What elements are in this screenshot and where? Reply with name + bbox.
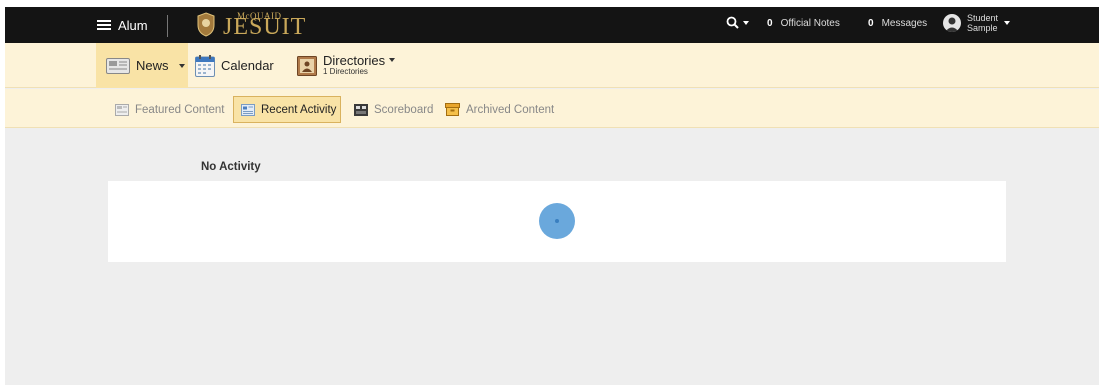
tab-scoreboard-label: Scoreboard xyxy=(374,103,434,116)
empty-state-message: No Activity xyxy=(201,161,261,173)
user-menu-button[interactable]: Student Sample xyxy=(943,13,1011,33)
nav-calendar-label: Calendar xyxy=(221,58,274,73)
messages-count: 0 xyxy=(868,18,874,29)
chevron-down-icon xyxy=(178,63,185,68)
directories-count: 1 Directories xyxy=(323,66,368,76)
main-menu-button[interactable]: Alum xyxy=(97,7,148,43)
tab-recent-activity-label: Recent Activity xyxy=(261,103,337,116)
sub-nav: Featured Content Recent Activity Scorebo… xyxy=(5,89,1099,128)
main-nav: News Calendar Directories 1 Directories xyxy=(5,43,1099,88)
nav-calendar[interactable]: Calendar xyxy=(195,43,274,88)
user-icon xyxy=(945,17,959,32)
tab-scoreboard[interactable]: Scoreboard xyxy=(354,99,433,120)
crest-icon xyxy=(197,12,215,37)
nav-directories[interactable]: Directories 1 Directories xyxy=(297,43,396,88)
loading-spinner-icon xyxy=(539,203,575,239)
archive-box-icon xyxy=(445,103,460,116)
main-menu-label: Alum xyxy=(118,17,148,33)
directories-text: Directories 1 Directories xyxy=(323,52,396,77)
user-last-name: Sample xyxy=(967,23,998,33)
directory-icon xyxy=(297,55,317,76)
nav-news-label: News xyxy=(136,58,169,73)
nav-news[interactable]: News xyxy=(96,43,188,88)
activity-icon xyxy=(241,103,255,116)
user-first-name: Student xyxy=(967,13,999,23)
chevron-down-icon xyxy=(743,20,749,25)
top-bar: Alum McQUAID JESUIT 0 Official Notes 0 M… xyxy=(5,7,1099,43)
search-icon xyxy=(726,16,739,29)
tab-featured-content[interactable]: Featured Content xyxy=(115,99,225,120)
chevron-down-icon xyxy=(1004,21,1011,25)
directories-title: Directories xyxy=(323,52,396,68)
official-notes-label: Official Notes xyxy=(780,18,840,29)
newspaper-icon xyxy=(115,103,129,116)
hamburger-icon xyxy=(97,20,111,30)
tab-recent-activity[interactable]: Recent Activity xyxy=(233,96,342,123)
activity-panel xyxy=(108,181,1006,262)
chevron-down-icon xyxy=(389,58,396,62)
scoreboard-icon xyxy=(354,103,368,116)
avatar xyxy=(943,14,961,32)
search-button[interactable] xyxy=(726,16,749,29)
app-window: Alum McQUAID JESUIT 0 Official Notes 0 M… xyxy=(5,7,1099,385)
official-notes-link[interactable]: 0 Official Notes xyxy=(767,18,840,29)
logo-big-text: JESUIT xyxy=(223,14,307,40)
tab-archived-content-label: Archived Content xyxy=(466,103,555,116)
messages-link[interactable]: 0 Messages xyxy=(868,18,927,29)
spinner-dot xyxy=(555,219,559,223)
user-name: Student Sample xyxy=(967,13,998,33)
divider xyxy=(167,15,168,37)
tab-featured-content-label: Featured Content xyxy=(135,103,225,116)
newspaper-icon xyxy=(106,57,130,74)
official-notes-count: 0 xyxy=(767,18,773,29)
messages-label: Messages xyxy=(881,18,928,29)
nav-directories-label: Directories xyxy=(323,52,386,68)
tab-archived-content[interactable]: Archived Content xyxy=(445,99,554,120)
calendar-icon xyxy=(195,54,215,77)
